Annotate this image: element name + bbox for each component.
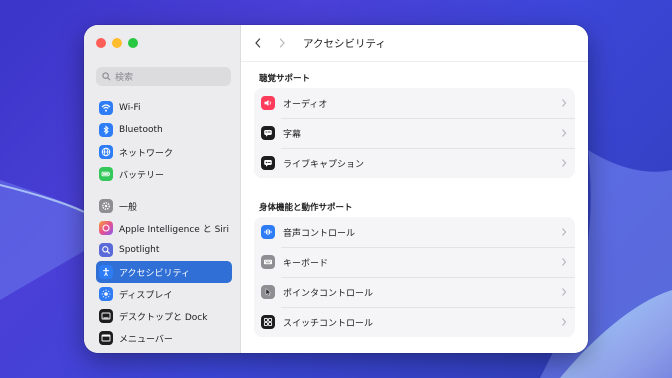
minimize-window-button[interactable] (112, 38, 122, 48)
wifi-icon (99, 101, 113, 115)
row-voice-control[interactable]: 音声コントロール (254, 217, 575, 247)
sidebar-item-label: Spotlight (119, 245, 160, 255)
sidebar-item-wifi[interactable]: Wi-Fi (96, 97, 232, 119)
sidebar-item-general[interactable]: 一般 (96, 195, 232, 217)
live-captions-icon (261, 156, 275, 170)
battery-icon (99, 167, 113, 181)
row-label: ライブキャプション (283, 159, 365, 170)
search-input[interactable]: 検索 (96, 67, 231, 86)
chevron-right-icon (562, 228, 567, 236)
menubar-icon (99, 331, 113, 345)
sidebar-item-label: アクセシビリティ (119, 268, 191, 279)
row-live-captions[interactable]: ライブキャプション (254, 148, 575, 178)
toolbar: アクセシビリティ (241, 25, 588, 62)
row-label: 音声コントロール (283, 228, 356, 239)
globe-icon (99, 145, 113, 159)
close-window-button[interactable] (96, 38, 106, 48)
row-label: 字幕 (283, 129, 302, 140)
chevron-right-icon (562, 99, 567, 107)
row-captions[interactable]: 字幕 (254, 118, 575, 148)
sidebar-item-menu-bar[interactable]: メニューバー (96, 327, 232, 349)
settings-window: 検索 Wi-Fi Bluetooth ネットワーク バッテリー 一般 Apple… (84, 25, 588, 353)
sidebar-item-label: メニューバー (119, 334, 173, 345)
pointer-icon (261, 285, 275, 299)
sidebar-item-accessibility[interactable]: アクセシビリティ (96, 261, 232, 283)
dock-icon (99, 309, 113, 323)
sidebar-item-apple-intelligence-siri[interactable]: Apple Intelligence と Siri (96, 217, 232, 239)
sidebar-item-label: Wi-Fi (119, 103, 141, 113)
sidebar-item-bluetooth[interactable]: Bluetooth (96, 119, 232, 141)
chevron-right-icon (562, 258, 567, 266)
captions-icon (261, 126, 275, 140)
sidebar-item-label: 一般 (119, 202, 138, 213)
sidebar-item-display[interactable]: ディスプレイ (96, 283, 232, 305)
chevron-right-icon (562, 288, 567, 296)
row-audio[interactable]: オーディオ (254, 88, 575, 118)
sidebar-list: Wi-Fi Bluetooth ネットワーク バッテリー 一般 Apple In… (96, 97, 232, 349)
sidebar-item-battery[interactable]: バッテリー (96, 163, 232, 185)
sun-icon (99, 287, 113, 301)
row-label: ポインタコントロール (283, 288, 374, 299)
page-title: アクセシビリティ (303, 38, 386, 50)
chevron-right-icon (562, 318, 567, 326)
row-label: オーディオ (283, 99, 328, 110)
row-pointer-control[interactable]: ポインタコントロール (254, 277, 575, 307)
row-switch-control[interactable]: スイッチコントロール (254, 307, 575, 337)
zoom-window-button[interactable] (128, 38, 138, 48)
back-button[interactable] (251, 36, 265, 50)
switch-control-icon (261, 315, 275, 329)
row-label: スイッチコントロール (283, 318, 374, 329)
sidebar-item-label: ネットワーク (119, 148, 174, 159)
row-keyboard[interactable]: キーボード (254, 247, 575, 277)
content-pane: アクセシビリティ 聴覚サポート オーディオ 字幕 ライブキャプション 身体機能と… (241, 25, 588, 353)
gear-icon (99, 199, 113, 213)
motor-group: 音声コントロール キーボード ポインタコントロール スイッチコントロール (254, 217, 575, 337)
sidebar-item-desktop-dock[interactable]: デスクトップと Dock (96, 305, 232, 327)
chevron-left-icon (255, 38, 261, 48)
sidebar-item-label: バッテリー (119, 170, 165, 181)
forward-button[interactable] (275, 36, 289, 50)
section-title-motor: 身体機能と動作サポート (259, 203, 353, 213)
search-icon (102, 72, 111, 81)
voice-control-icon (261, 225, 275, 239)
sidebar-item-network[interactable]: ネットワーク (96, 141, 232, 163)
sidebar-item-spotlight[interactable]: Spotlight (96, 239, 232, 261)
hearing-group: オーディオ 字幕 ライブキャプション (254, 88, 575, 178)
speaker-icon (261, 96, 275, 110)
keyboard-icon (261, 255, 275, 269)
sidebar-item-label: デスクトップと Dock (119, 312, 208, 323)
chevron-right-icon (562, 129, 567, 137)
search-placeholder: 検索 (115, 73, 134, 83)
bluetooth-icon (99, 123, 113, 137)
sidebar-item-label: Bluetooth (119, 125, 163, 135)
search-icon (99, 243, 113, 257)
accessibility-icon (99, 265, 113, 279)
section-title-hearing: 聴覚サポート (259, 74, 311, 84)
window-controls (96, 38, 138, 48)
chevron-right-icon (279, 38, 285, 48)
sidebar-item-label: Apple Intelligence と Siri (119, 224, 229, 235)
sidebar: 検索 Wi-Fi Bluetooth ネットワーク バッテリー 一般 Apple… (84, 25, 241, 353)
sidebar-item-label: ディスプレイ (119, 290, 173, 301)
siri-icon (99, 221, 113, 235)
chevron-right-icon (562, 159, 567, 167)
row-label: キーボード (283, 258, 329, 269)
